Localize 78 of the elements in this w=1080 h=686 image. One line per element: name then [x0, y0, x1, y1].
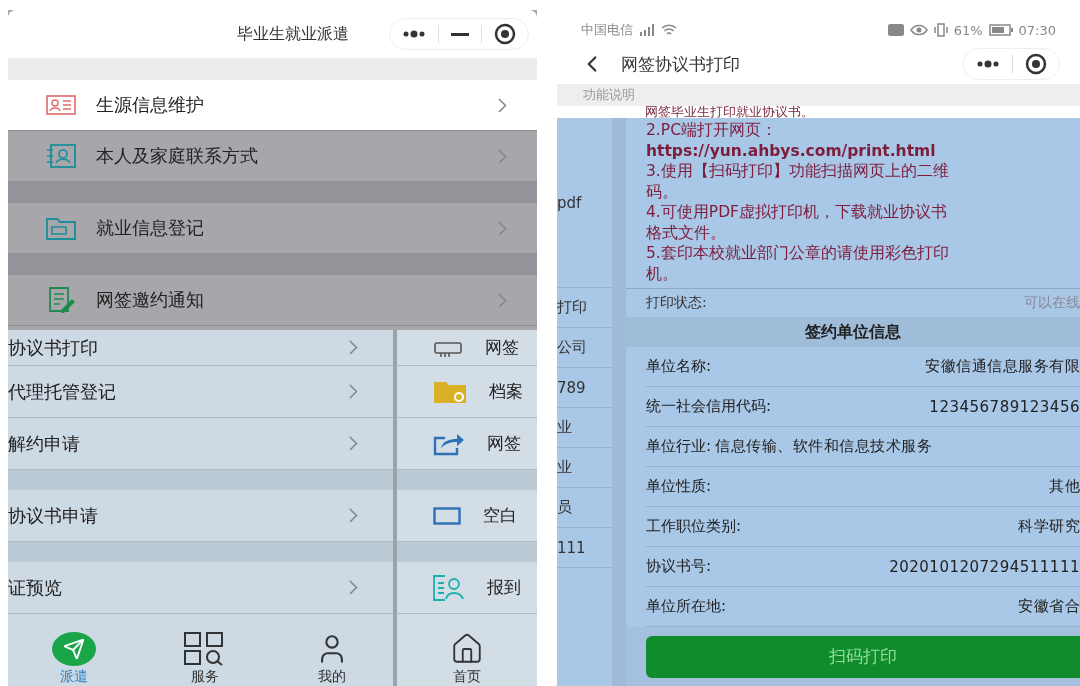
field-value: 信息传输、软件和信息技术服务 — [715, 437, 933, 456]
chevron-right-icon — [498, 292, 507, 308]
partial-text: 员 — [557, 488, 612, 528]
tab[interactable]: 首页 — [450, 632, 484, 686]
person-list-icon — [433, 574, 465, 601]
wifi-icon — [661, 24, 677, 36]
chevron-right-icon — [349, 508, 358, 523]
instruction-text: 4.可使用PDF虚拟打印机，下载就业协议书 — [646, 202, 948, 223]
field-value: 可以在线 — [1024, 294, 1080, 312]
chevron-right-icon — [349, 436, 358, 451]
screen-title: 网签协议书打印 — [621, 52, 741, 76]
field-value: 安徽省合 — [1018, 597, 1080, 616]
partial-text: 打印 — [557, 288, 612, 328]
share-icon — [433, 431, 465, 456]
field-label: 单位所在地: — [646, 597, 727, 616]
signal-icon — [639, 24, 655, 36]
vibrate-icon — [933, 23, 948, 37]
field-value: 其他 — [1049, 477, 1080, 496]
field-label: 统一社会信用代码: — [646, 397, 772, 416]
minimize-icon[interactable] — [451, 32, 469, 36]
field-value: 2020101207294511111 — [889, 557, 1080, 576]
menu-item[interactable]: 报到 — [397, 562, 537, 614]
instruction-text: 格式文件。 — [646, 222, 727, 243]
menu-item[interactable]: 网签 — [397, 330, 537, 366]
close-icon[interactable] — [494, 23, 516, 45]
partial-text: 789 — [557, 368, 612, 408]
folder-icon — [433, 379, 467, 404]
partial-text: 公司 — [557, 328, 612, 368]
screen-title: 毕业生就业派遣 — [237, 23, 349, 45]
menu-item[interactable]: 档案 — [397, 366, 537, 418]
clock-text: 07:30 — [1018, 22, 1056, 38]
instruction-text: 3.使用【扫码打印】功能扫描网页上的二维 — [646, 161, 950, 182]
partial-text: 111 — [557, 528, 612, 568]
tab[interactable]: 我的 — [315, 632, 350, 686]
eye-icon — [909, 24, 928, 36]
tab[interactable]: 服务 — [183, 632, 228, 686]
send-icon — [51, 632, 96, 666]
rectangle-icon — [433, 506, 461, 525]
battery-icon — [988, 24, 1013, 36]
carrier-text: 中国电信 — [581, 21, 633, 39]
menu-item[interactable]: 证预览 — [8, 562, 393, 614]
field-label: 单位性质: — [646, 477, 712, 496]
document-pen-icon — [46, 287, 76, 313]
chevron-right-icon — [349, 340, 358, 355]
close-icon[interactable] — [1025, 53, 1047, 75]
partial-text: 业 — [557, 448, 612, 488]
section-title: 功能说明 — [583, 86, 635, 104]
field-value: 安徽信通信息服务有限 — [925, 357, 1080, 376]
contact-card-icon — [46, 144, 76, 168]
field-label: 打印状态: — [646, 294, 707, 312]
partial-text: 业 — [557, 408, 612, 448]
chevron-right-icon — [498, 220, 507, 236]
instruction-text: 机。 — [646, 263, 679, 284]
chevron-right-icon — [349, 580, 358, 595]
more-icon[interactable] — [402, 30, 426, 38]
chevron-right-icon — [498, 148, 507, 164]
field-value: 科学研究 — [1018, 517, 1080, 536]
instruction-text: 码。 — [646, 181, 679, 202]
menu-item[interactable]: 代理托管登记 — [8, 366, 393, 418]
chevron-right-icon — [349, 384, 358, 399]
field-label: 工作职位类别: — [646, 517, 742, 536]
field-label: 协议书号: — [646, 557, 712, 576]
menu-item[interactable]: 协议书打印 — [8, 330, 393, 366]
section-title: 签约单位信息 — [805, 321, 901, 343]
instruction-text: 2.PC端打开网页： — [646, 120, 778, 141]
chevron-right-icon — [498, 97, 507, 113]
folder-icon — [46, 216, 76, 240]
home-icon — [450, 632, 484, 666]
field-value: 123456789123456 — [929, 397, 1080, 416]
field-label: 单位名称: — [646, 357, 712, 376]
id-card-icon — [46, 95, 76, 115]
instruction-text: 5.套印本校就业部门公章的请使用彩色打印 — [646, 243, 950, 264]
menu-item[interactable]: 生源信息维护 — [8, 80, 537, 131]
print-link[interactable]: https://yun.ahbys.com/print.html — [646, 140, 1080, 161]
partial-text: pdf — [557, 118, 612, 288]
battery-text: 61% — [953, 22, 983, 38]
field-label: 单位行业: — [646, 437, 712, 456]
more-icon[interactable] — [976, 60, 1000, 68]
